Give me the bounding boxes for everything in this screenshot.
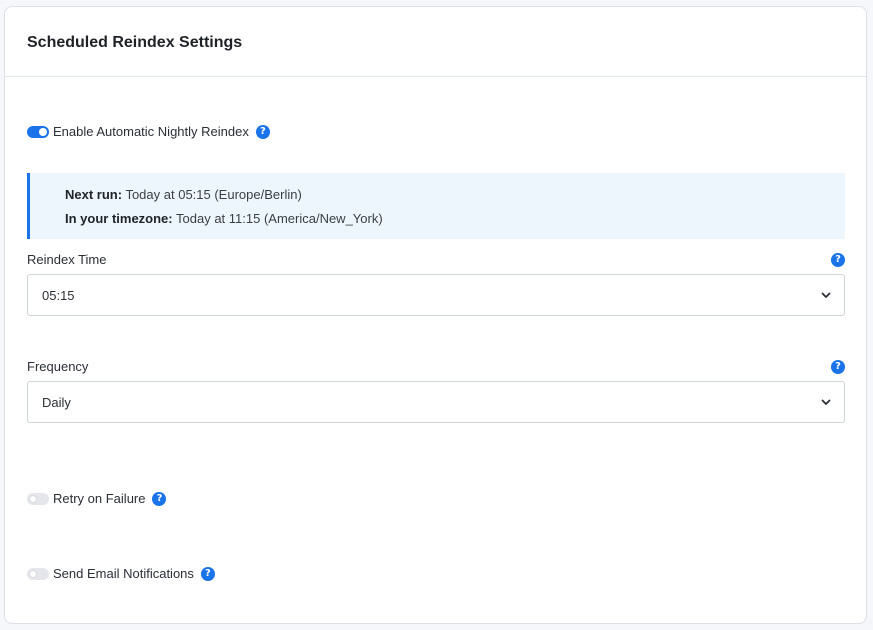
reindex-time-value: 05:15: [42, 287, 75, 303]
nightly-reindex-toggle-row[interactable]: Enable Automatic Nightly Reindex ?: [27, 124, 270, 139]
help-icon[interactable]: ?: [831, 252, 845, 267]
retry-on-failure-label: Retry on Failure: [53, 491, 146, 506]
help-icon[interactable]: ?: [255, 124, 270, 139]
next-run-value: Today at 05:15 (Europe/Berlin): [125, 187, 302, 202]
help-icon[interactable]: ?: [831, 359, 845, 374]
help-icon[interactable]: ?: [200, 566, 215, 581]
card-header: Scheduled Reindex Settings: [5, 7, 866, 77]
reindex-time-select[interactable]: 05:15: [27, 274, 845, 316]
frequency-value: Daily: [42, 394, 71, 410]
help-icon[interactable]: ?: [152, 491, 167, 506]
email-notifications-switch[interactable]: [27, 567, 49, 580]
next-run-info-box: Next run: Today at 05:15 (Europe/Berlin)…: [27, 173, 845, 239]
nightly-reindex-switch[interactable]: [27, 125, 49, 138]
card-title: Scheduled Reindex Settings: [27, 33, 243, 51]
switch-knob: [29, 569, 37, 578]
chevron-down-icon: [820, 396, 832, 408]
switch-knob: [29, 494, 37, 503]
switch-knob: [39, 127, 47, 136]
chevron-down-icon: [820, 289, 832, 301]
reindex-time-label-row: Reindex Time ?: [27, 252, 845, 267]
email-notifications-label: Send Email Notifications: [53, 566, 194, 581]
frequency-label: Frequency: [27, 359, 89, 374]
frequency-label-row: Frequency ?: [27, 359, 845, 374]
settings-card: Scheduled Reindex Settings Enable Automa…: [4, 6, 867, 624]
frequency-select[interactable]: Daily: [27, 381, 845, 423]
timezone-line: In your timezone: Today at 11:15 (Americ…: [65, 211, 845, 235]
retry-on-failure-switch[interactable]: [27, 492, 49, 505]
next-run-line: Next run: Today at 05:15 (Europe/Berlin): [65, 187, 845, 211]
reindex-time-label: Reindex Time: [27, 252, 107, 267]
timezone-label: In your timezone:: [65, 211, 173, 226]
email-notifications-toggle-row[interactable]: Send Email Notifications ?: [27, 566, 215, 581]
retry-on-failure-toggle-row[interactable]: Retry on Failure ?: [27, 491, 167, 506]
timezone-value: Today at 11:15 (America/New_York): [176, 211, 383, 226]
nightly-reindex-label: Enable Automatic Nightly Reindex: [53, 124, 249, 139]
next-run-label: Next run:: [65, 187, 123, 202]
